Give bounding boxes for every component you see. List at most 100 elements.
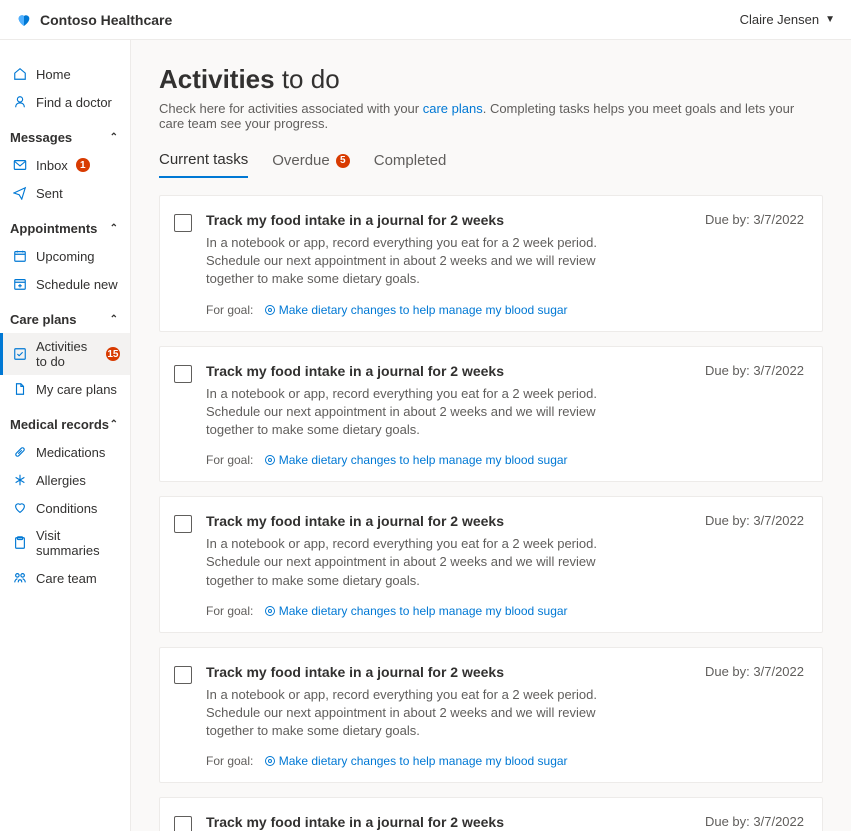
nav-header-label: Messages (10, 130, 72, 145)
task-card: Track my food intake in a journal for 2 … (159, 195, 823, 332)
user-name: Claire Jensen (740, 12, 820, 27)
task-due: Due by: 3/7/2022 (705, 513, 804, 528)
nav-header-care-plans[interactable]: Care plans ⌃ (0, 306, 130, 333)
sidebar-item-schedule-new[interactable]: Schedule new (0, 270, 130, 298)
target-icon (263, 453, 277, 467)
task-goal: For goal: Make dietary changes to help m… (206, 453, 804, 467)
nav-header-appointments[interactable]: Appointments ⌃ (0, 215, 130, 242)
tab-overdue[interactable]: Overdue 5 (272, 151, 350, 178)
nav-header-label: Care plans (10, 312, 76, 327)
sidebar-item-conditions[interactable]: Conditions (0, 494, 130, 522)
task-due: Due by: 3/7/2022 (705, 664, 804, 679)
goal-label: For goal: (206, 604, 253, 618)
task-checkbox[interactable] (174, 816, 192, 831)
chevron-up-icon: ⌃ (110, 419, 118, 430)
goal-label: For goal: (206, 453, 253, 467)
badge-count: 5 (336, 154, 350, 168)
nav-header-medical-records[interactable]: Medical records ⌃ (0, 411, 130, 438)
goal-link[interactable]: Make dietary changes to help manage my b… (263, 303, 568, 317)
task-goal: For goal: Make dietary changes to help m… (206, 604, 804, 618)
tab-current-tasks[interactable]: Current tasks (159, 151, 248, 178)
nav-label: Care team (36, 571, 97, 586)
sidebar-item-activities-to-do[interactable]: Activities to do 15 (0, 333, 130, 375)
spark-icon (12, 472, 28, 488)
sidebar: Home Find a doctor Messages ⌃ (0, 40, 131, 831)
nav-label: Sent (36, 186, 63, 201)
team-icon (12, 570, 28, 586)
user-menu[interactable]: Claire Jensen ▼ (740, 12, 835, 27)
nav-label: Visit summaries (36, 528, 120, 558)
nav-label: Home (36, 67, 71, 82)
checklist-icon (12, 346, 28, 362)
calendar-icon (12, 248, 28, 264)
chevron-up-icon: ⌃ (110, 132, 118, 143)
sidebar-item-find-doctor[interactable]: Find a doctor (0, 88, 130, 116)
nav-header-messages[interactable]: Messages ⌃ (0, 124, 130, 151)
page-title: Activities to do (159, 64, 823, 95)
calendar-add-icon (12, 276, 28, 292)
nav-header-label: Appointments (10, 221, 97, 236)
badge-count: 15 (106, 347, 120, 361)
chevron-up-icon: ⌃ (110, 314, 118, 325)
task-due: Due by: 3/7/2022 (705, 363, 804, 378)
brand[interactable]: Contoso Healthcare (16, 12, 172, 28)
task-description: In a notebook or app, record everything … (206, 385, 606, 440)
sidebar-item-home[interactable]: Home (0, 60, 130, 88)
goal-link[interactable]: Make dietary changes to help manage my b… (263, 453, 568, 467)
goal-link[interactable]: Make dietary changes to help manage my b… (263, 604, 568, 618)
nav-label: Upcoming (36, 249, 95, 264)
sidebar-item-sent[interactable]: Sent (0, 179, 130, 207)
target-icon (263, 604, 277, 618)
goal-link[interactable]: Make dietary changes to help manage my b… (263, 754, 568, 768)
task-card: Track my food intake in a journal for 2 … (159, 496, 823, 633)
nav-label: Conditions (36, 501, 97, 516)
task-due: Due by: 3/7/2022 (705, 212, 804, 227)
task-checkbox[interactable] (174, 515, 192, 533)
task-description: In a notebook or app, record everything … (206, 535, 606, 590)
goal-label: For goal: (206, 754, 253, 768)
chevron-up-icon: ⌃ (110, 223, 118, 234)
sidebar-item-upcoming[interactable]: Upcoming (0, 242, 130, 270)
nav-label: Find a doctor (36, 95, 112, 110)
task-goal: For goal: Make dietary changes to help m… (206, 303, 804, 317)
task-due: Due by: 3/7/2022 (705, 814, 804, 829)
task-checkbox[interactable] (174, 214, 192, 232)
nav-label: Schedule new (36, 277, 118, 292)
sidebar-item-medications[interactable]: Medications (0, 438, 130, 466)
sidebar-item-allergies[interactable]: Allergies (0, 466, 130, 494)
tab-completed[interactable]: Completed (374, 151, 447, 178)
care-plans-link[interactable]: care plans (423, 101, 483, 116)
sidebar-item-visit-summaries[interactable]: Visit summaries (0, 522, 130, 564)
main-content: Activities to do Check here for activiti… (131, 40, 851, 831)
task-title: Track my food intake in a journal for 2 … (206, 513, 504, 529)
task-title: Track my food intake in a journal for 2 … (206, 212, 504, 228)
nav-label: Medications (36, 445, 105, 460)
clipboard-icon (12, 535, 28, 551)
task-goal: For goal: Make dietary changes to help m… (206, 754, 804, 768)
task-title: Track my food intake in a journal for 2 … (206, 814, 504, 830)
send-icon (12, 185, 28, 201)
app-header: Contoso Healthcare Claire Jensen ▼ (0, 0, 851, 40)
file-icon (12, 381, 28, 397)
nav-label: Activities to do (36, 339, 98, 369)
pill-icon (12, 444, 28, 460)
sidebar-item-my-care-plans[interactable]: My care plans (0, 375, 130, 403)
task-card: Track my food intake in a journal for 2 … (159, 647, 823, 784)
task-description: In a notebook or app, record everything … (206, 234, 606, 289)
task-checkbox[interactable] (174, 666, 192, 684)
task-list: Track my food intake in a journal for 2 … (159, 195, 823, 831)
mail-icon (12, 157, 28, 173)
tabs: Current tasks Overdue 5 Completed (159, 151, 823, 179)
sidebar-item-inbox[interactable]: Inbox 1 (0, 151, 130, 179)
nav-label: My care plans (36, 382, 117, 397)
nav-label: Inbox (36, 158, 68, 173)
target-icon (263, 303, 277, 317)
logo-heart-icon (16, 12, 32, 28)
task-title: Track my food intake in a journal for 2 … (206, 664, 504, 680)
task-title: Track my food intake in a journal for 2 … (206, 363, 504, 379)
page-title-rest: to do (275, 64, 340, 94)
task-checkbox[interactable] (174, 365, 192, 383)
sidebar-item-care-team[interactable]: Care team (0, 564, 130, 592)
nav-header-label: Medical records (10, 417, 109, 432)
task-card: Track my food intake in a journal for 2 … (159, 797, 823, 831)
